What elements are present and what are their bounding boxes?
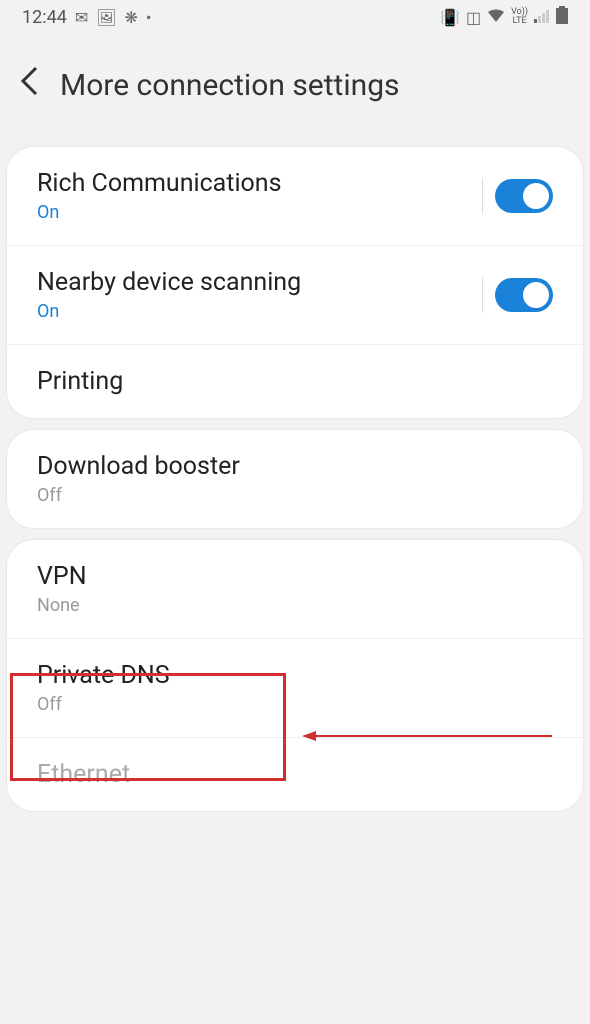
setting-printing[interactable]: Printing [7,345,583,418]
setting-status: None [37,595,87,616]
setting-title: VPN [37,562,87,591]
settings-card-2: Download booster Off [6,429,584,529]
setting-status: Off [37,485,240,506]
page-header: More connection settings [0,34,590,136]
status-bar-right: 📳 ◫ Vo))LTE [440,6,568,28]
dot-icon: • [146,8,151,27]
setting-rich-communications[interactable]: Rich Communications On [7,147,583,246]
settings-card-1: Rich Communications On Nearby device sca… [6,146,584,419]
setting-title: Rich Communications [37,169,282,198]
toggle-divider [482,178,483,214]
setting-private-dns[interactable]: Private DNS Off [7,639,583,738]
page-title: More connection settings [60,68,400,103]
settings-card-3: VPN None Private DNS Off Ethernet [6,539,584,812]
setting-title: Private DNS [37,661,170,690]
email-icon: ✉ [75,8,88,27]
wifi-icon [487,8,505,27]
toggle-divider [482,277,483,313]
status-bar-left: 12:44 ✉ 🖼 ❋ • [22,7,151,28]
battery-icon [556,6,568,28]
status-bar: 12:44 ✉ 🖼 ❋ • 📳 ◫ Vo))LTE [0,0,590,34]
back-button[interactable] [18,64,40,106]
setting-status: Off [37,694,170,715]
toggle-rich-communications[interactable] [495,179,553,213]
setting-status: On [37,202,282,223]
setting-download-booster[interactable]: Download booster Off [7,430,583,528]
notification-icon: ❋ [125,8,138,27]
setting-title: Ethernet [37,760,130,789]
setting-vpn[interactable]: VPN None [7,540,583,639]
volte-icon: Vo))LTE [511,8,528,26]
signal-icon [534,8,550,27]
status-time: 12:44 [22,7,67,28]
setting-title: Download booster [37,452,240,481]
setting-status: On [37,301,301,322]
image-icon: 🖼 [96,8,116,27]
vibrate-icon: 📳 [440,8,460,27]
toggle-nearby-device-scanning[interactable] [495,278,553,312]
setting-nearby-device-scanning[interactable]: Nearby device scanning On [7,246,583,345]
setting-ethernet[interactable]: Ethernet [7,738,583,811]
setting-title: Nearby device scanning [37,268,301,297]
setting-title: Printing [37,367,123,396]
data-saver-icon: ◫ [466,8,481,27]
